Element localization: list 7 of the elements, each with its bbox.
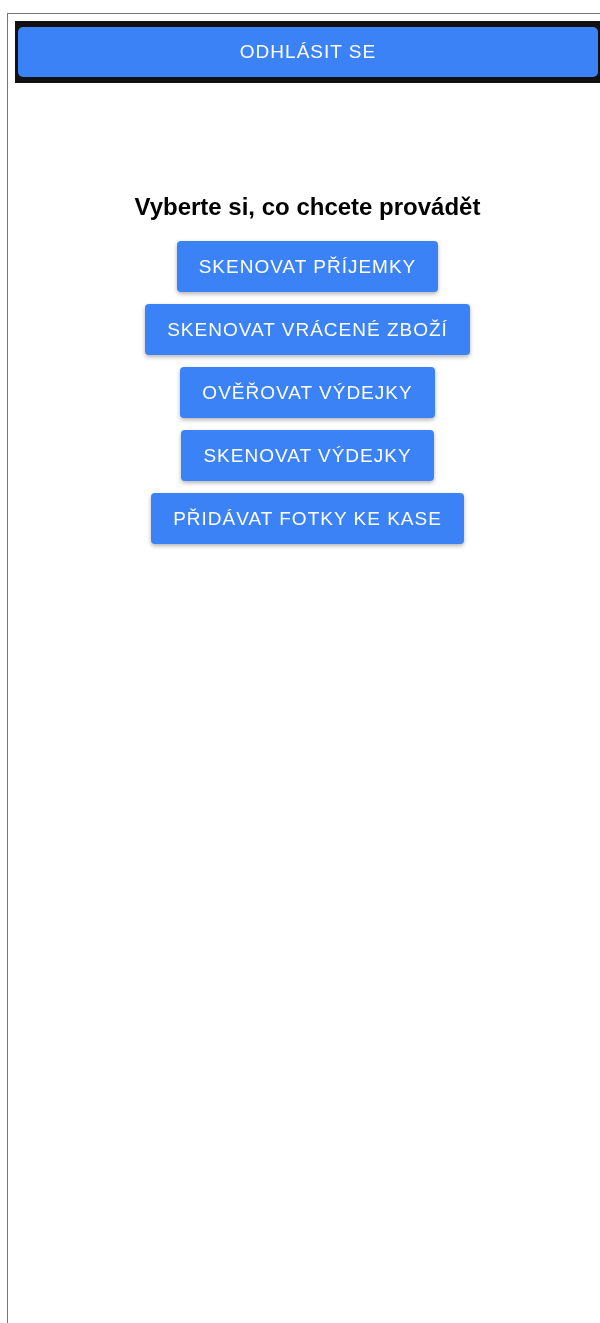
- action-button[interactable]: SKENOVAT VÝDEJKY: [181, 430, 434, 481]
- action-button[interactable]: OVĚŘOVAT VÝDEJKY: [180, 367, 435, 418]
- logout-button[interactable]: ODHLÁSIT SE: [18, 27, 598, 77]
- action-button[interactable]: SKENOVAT VRÁCENÉ ZBOŽÍ: [145, 304, 470, 355]
- heading: Vyberte si, co chcete provádět: [134, 193, 481, 221]
- action-button[interactable]: SKENOVAT PŘÍJEMKY: [176, 241, 439, 292]
- action-button[interactable]: PŘIDÁVAT FOTKY KE KASE: [151, 493, 464, 544]
